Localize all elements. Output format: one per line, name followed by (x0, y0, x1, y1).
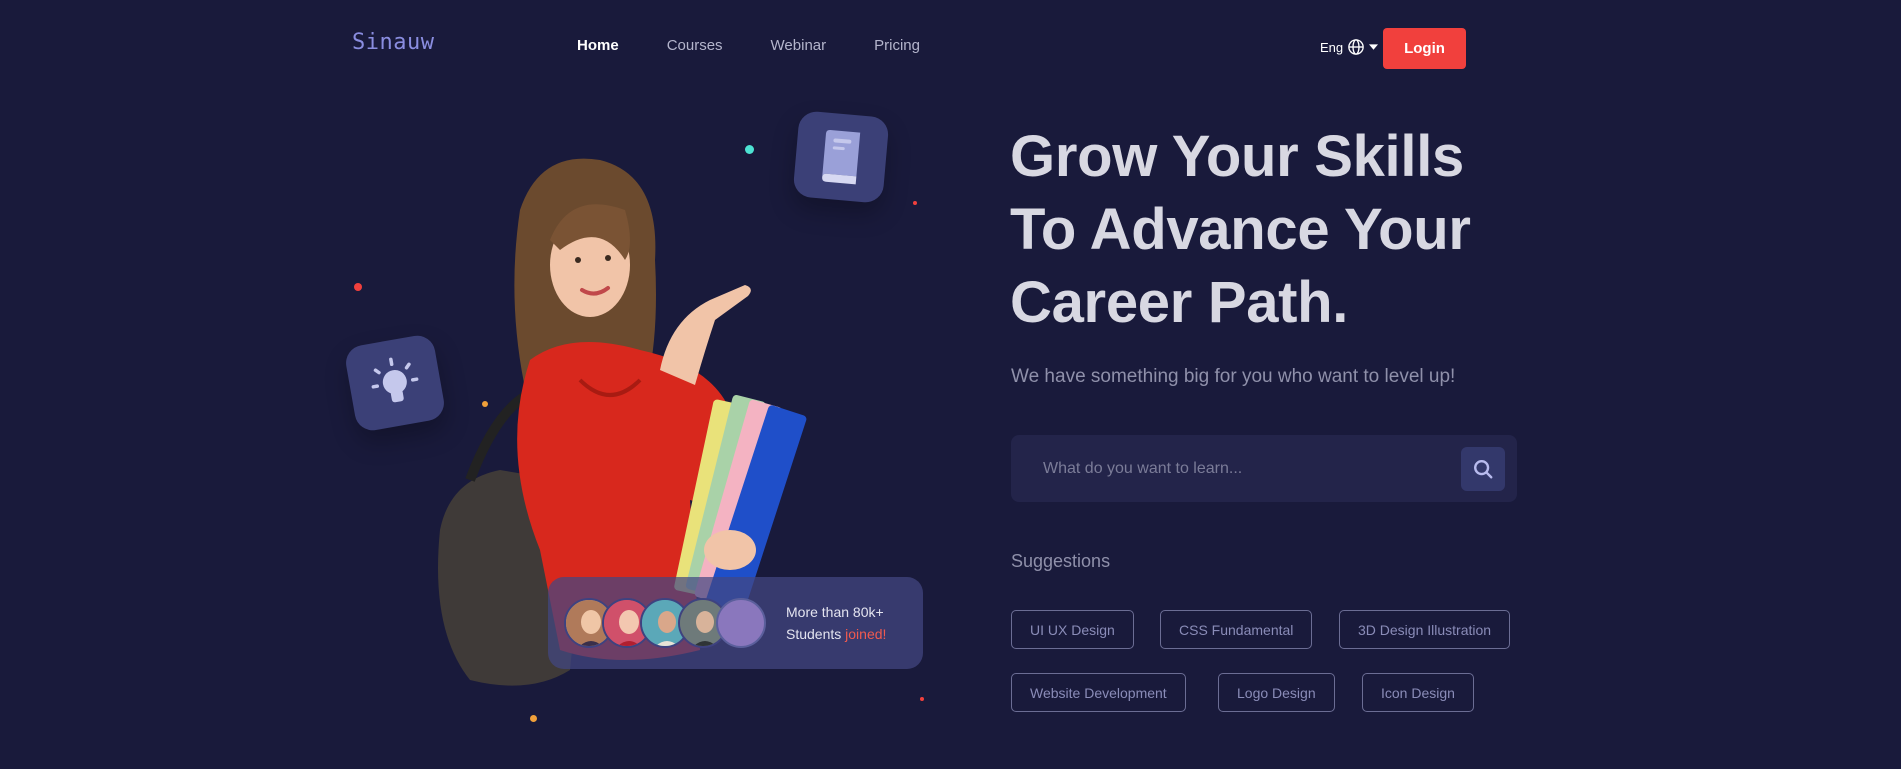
decor-dot (913, 201, 917, 205)
search-input[interactable] (1011, 435, 1461, 502)
search-button[interactable] (1461, 446, 1505, 491)
search-icon (1474, 459, 1493, 478)
suggestion-chip-website-development[interactable]: Website Development (1011, 673, 1186, 712)
suggestions-title: Suggestions (1011, 551, 1111, 571)
suggestion-chip-3d-design-illustration[interactable]: 3D Design Illustration (1339, 610, 1511, 649)
headline-line-2: To Advance Your (1010, 197, 1471, 262)
suggestion-chip-icon-design[interactable]: Icon Design (1362, 673, 1474, 712)
course-search (1011, 435, 1517, 502)
decor-dot (530, 715, 537, 722)
globe-icon (1348, 39, 1364, 55)
main-nav: Home Courses Webinar Pricing (577, 37, 920, 54)
avatar-group (564, 598, 766, 648)
students-line-1: More than 80k+ (786, 604, 884, 620)
nav-link-courses[interactable]: Courses (667, 37, 723, 54)
brand-logo[interactable]: Sinauw (352, 30, 434, 55)
nav-link-pricing[interactable]: Pricing (874, 37, 920, 54)
headline-line-3: Career Path. (1010, 270, 1349, 335)
nav-link-webinar[interactable]: Webinar (771, 37, 827, 54)
suggestion-chip-ui-ux-design[interactable]: UI UX Design (1011, 610, 1134, 649)
students-joined-accent: joined! (845, 626, 887, 642)
avatar-more (716, 598, 766, 648)
book-icon (822, 129, 861, 185)
students-count-text: More than 80k+ Students joined! (786, 601, 886, 645)
hero-subheadline: We have something big for you who want t… (1011, 366, 1456, 387)
caret-down-icon (1369, 43, 1379, 50)
suggestion-chip-css-fundamental[interactable]: CSS Fundamental (1160, 610, 1313, 649)
language-label: Eng (1320, 39, 1344, 55)
login-button[interactable]: Login (1383, 28, 1466, 69)
decor-dot (354, 283, 362, 291)
language-selector[interactable]: Eng (1320, 38, 1379, 56)
headline-line-1: Grow Your Skills (1010, 124, 1464, 189)
students-joined-card: More than 80k+ Students joined! (548, 577, 923, 669)
hero-headline: Grow Your Skills To Advance Your Career … (1010, 120, 1570, 339)
hero-illustration: More than 80k+ Students joined! (330, 100, 970, 740)
students-line-2: Students joined! (786, 626, 887, 642)
suggestion-chip-logo-design[interactable]: Logo Design (1218, 673, 1335, 712)
decor-dot (920, 697, 924, 701)
nav-link-home[interactable]: Home (577, 37, 619, 54)
